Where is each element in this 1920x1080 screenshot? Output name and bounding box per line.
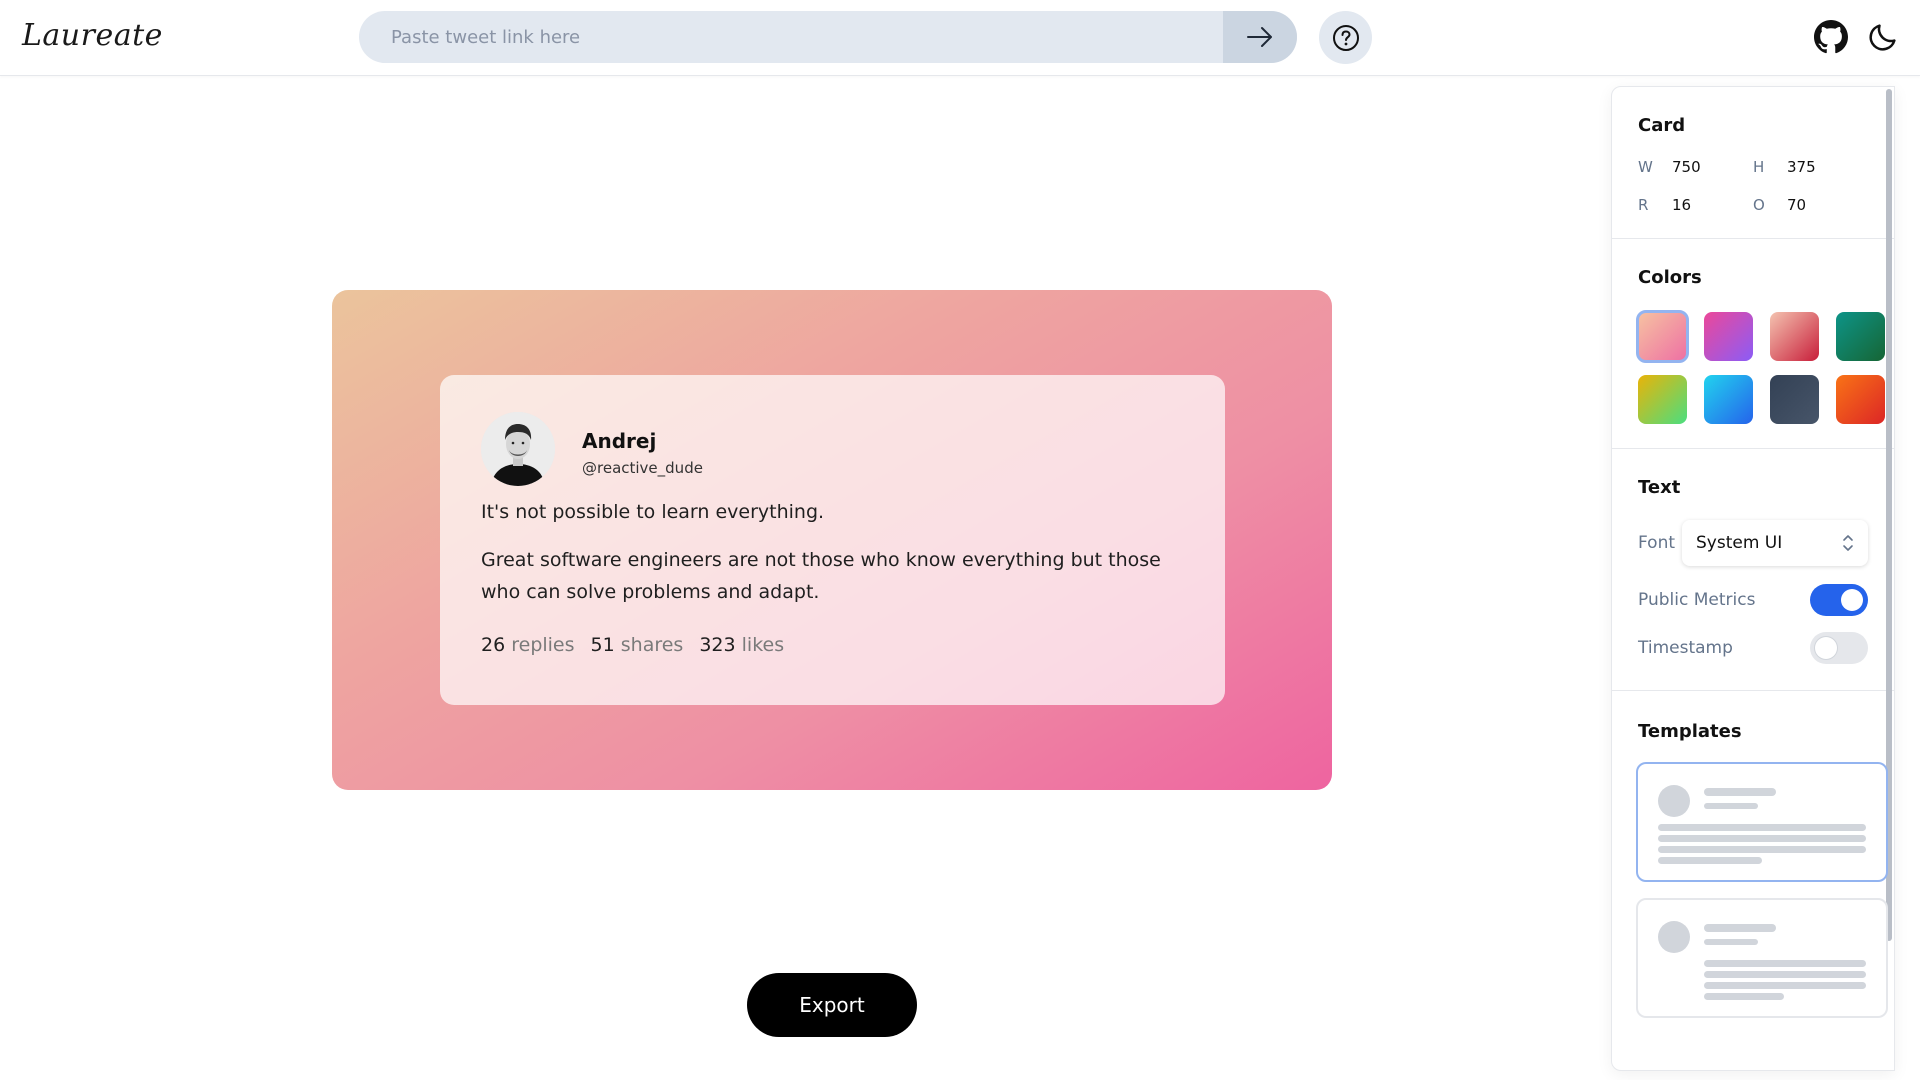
app-logo[interactable]: Laureate (22, 18, 163, 53)
tweet-metrics: 26 replies 51 shares 323 likes (481, 634, 1184, 656)
timestamp-toggle[interactable] (1810, 632, 1868, 664)
color-swatch[interactable] (1704, 375, 1753, 424)
color-swatch[interactable] (1770, 312, 1819, 361)
help-button[interactable] (1319, 11, 1372, 64)
font-label: Font (1638, 533, 1676, 553)
color-swatch[interactable] (1704, 312, 1753, 361)
section-title-colors: Colors (1638, 267, 1702, 288)
color-swatches (1636, 310, 1885, 424)
template-line-placeholder (1704, 803, 1758, 809)
github-icon[interactable] (1814, 20, 1848, 54)
avatar-image (481, 412, 555, 486)
likes-count: 323 (699, 634, 736, 656)
opacity-value[interactable]: 70 (1787, 196, 1806, 214)
author-name: Andrej (582, 429, 657, 453)
shares-count: 51 (590, 634, 615, 656)
card-preview: Andrej @reactive_dude It's not possible … (332, 290, 1332, 790)
card-dimensions: W 750 H 375 R 16 O 70 (1638, 158, 1868, 214)
replies-label: replies (511, 634, 575, 656)
radius-value[interactable]: 16 (1672, 196, 1691, 214)
template-line-placeholder (1704, 993, 1784, 1000)
radius-field[interactable]: R 16 (1638, 196, 1753, 214)
width-label: W (1638, 158, 1653, 176)
height-label: H (1753, 158, 1765, 176)
template-list (1612, 762, 1894, 1018)
height-value[interactable]: 375 (1787, 158, 1816, 176)
template-line-placeholder (1658, 846, 1866, 853)
section-title-templates: Templates (1638, 721, 1742, 742)
colors-section: Colors (1612, 239, 1894, 449)
export-button[interactable]: Export (747, 973, 917, 1037)
replies-count: 26 (481, 634, 506, 656)
template-line-placeholder (1704, 982, 1866, 989)
shares-label: shares (620, 634, 684, 656)
color-swatch[interactable] (1836, 312, 1885, 361)
public-metrics-label: Public Metrics (1638, 590, 1756, 610)
template-line-placeholder (1658, 824, 1866, 831)
template-line-placeholder (1704, 971, 1866, 978)
template-line-placeholder (1658, 835, 1866, 842)
tweet-paragraph: It's not possible to learn everything. (481, 501, 825, 523)
template-line-placeholder (1704, 939, 1758, 945)
settings-panel: Card W 750 H 375 R 16 O 70 Colors Text Font … (1611, 86, 1895, 1071)
template-option[interactable] (1636, 898, 1888, 1018)
toggle-knob (1815, 637, 1837, 659)
tweet-header: Andrej @reactive_dude (481, 412, 1184, 486)
color-swatch[interactable] (1770, 375, 1819, 424)
font-select-value: System UI (1696, 533, 1783, 553)
template-option[interactable] (1636, 762, 1888, 882)
section-title-text: Text (1638, 477, 1681, 498)
color-swatch[interactable] (1638, 375, 1687, 424)
opacity-label: O (1753, 196, 1765, 214)
question-circle-icon (1332, 24, 1359, 51)
timestamp-label: Timestamp (1638, 638, 1733, 658)
public-metrics-row: Public Metrics (1638, 584, 1868, 616)
chevron-up-down-icon (1843, 535, 1853, 551)
tweet-paragraph: Great software engineers are not those w… (481, 549, 1161, 603)
likes-metric: 323 likes (699, 634, 784, 656)
radius-label: R (1638, 196, 1649, 214)
card-section: Card W 750 H 375 R 16 O 70 (1612, 87, 1894, 239)
submit-button[interactable] (1223, 11, 1297, 63)
color-swatch[interactable] (1636, 310, 1689, 363)
color-swatch[interactable] (1836, 375, 1885, 424)
width-value[interactable]: 750 (1672, 158, 1701, 176)
template-line-placeholder (1704, 924, 1776, 932)
font-row: Font System UI (1638, 520, 1868, 566)
replies-metric: 26 replies (481, 634, 575, 656)
app-header: Laureate (0, 0, 1920, 76)
tweet-body: It's not possible to learn everything. G… (481, 496, 1184, 608)
arrow-right-icon (1247, 27, 1272, 47)
moon-icon[interactable] (1866, 20, 1900, 54)
width-field[interactable]: W 750 (1638, 158, 1753, 176)
toggle-knob (1841, 589, 1863, 611)
tweet-link-search (359, 11, 1297, 63)
template-line-placeholder (1658, 857, 1762, 864)
font-select[interactable]: System UI (1682, 520, 1868, 566)
templates-section: Templates (1612, 691, 1894, 742)
opacity-field[interactable]: O 70 (1753, 196, 1868, 214)
template-line-placeholder (1704, 788, 1776, 796)
avatar (481, 412, 555, 486)
template-line-placeholder (1704, 960, 1866, 967)
section-title-card: Card (1638, 115, 1686, 136)
template-avatar-placeholder (1658, 921, 1690, 953)
shares-metric: 51 shares (591, 634, 684, 656)
text-section: Text Font System UI Public Metrics Times… (1612, 449, 1894, 691)
height-field[interactable]: H 375 (1753, 158, 1868, 176)
tweet-card: Andrej @reactive_dude It's not possible … (440, 375, 1225, 705)
public-metrics-toggle[interactable] (1810, 584, 1868, 616)
timestamp-row: Timestamp (1638, 632, 1868, 664)
template-avatar-placeholder (1658, 785, 1690, 817)
likes-label: likes (741, 634, 785, 656)
author-info: Andrej @reactive_dude (582, 429, 703, 477)
tweet-link-input[interactable] (359, 11, 1223, 63)
author-handle: @reactive_dude (582, 459, 703, 477)
